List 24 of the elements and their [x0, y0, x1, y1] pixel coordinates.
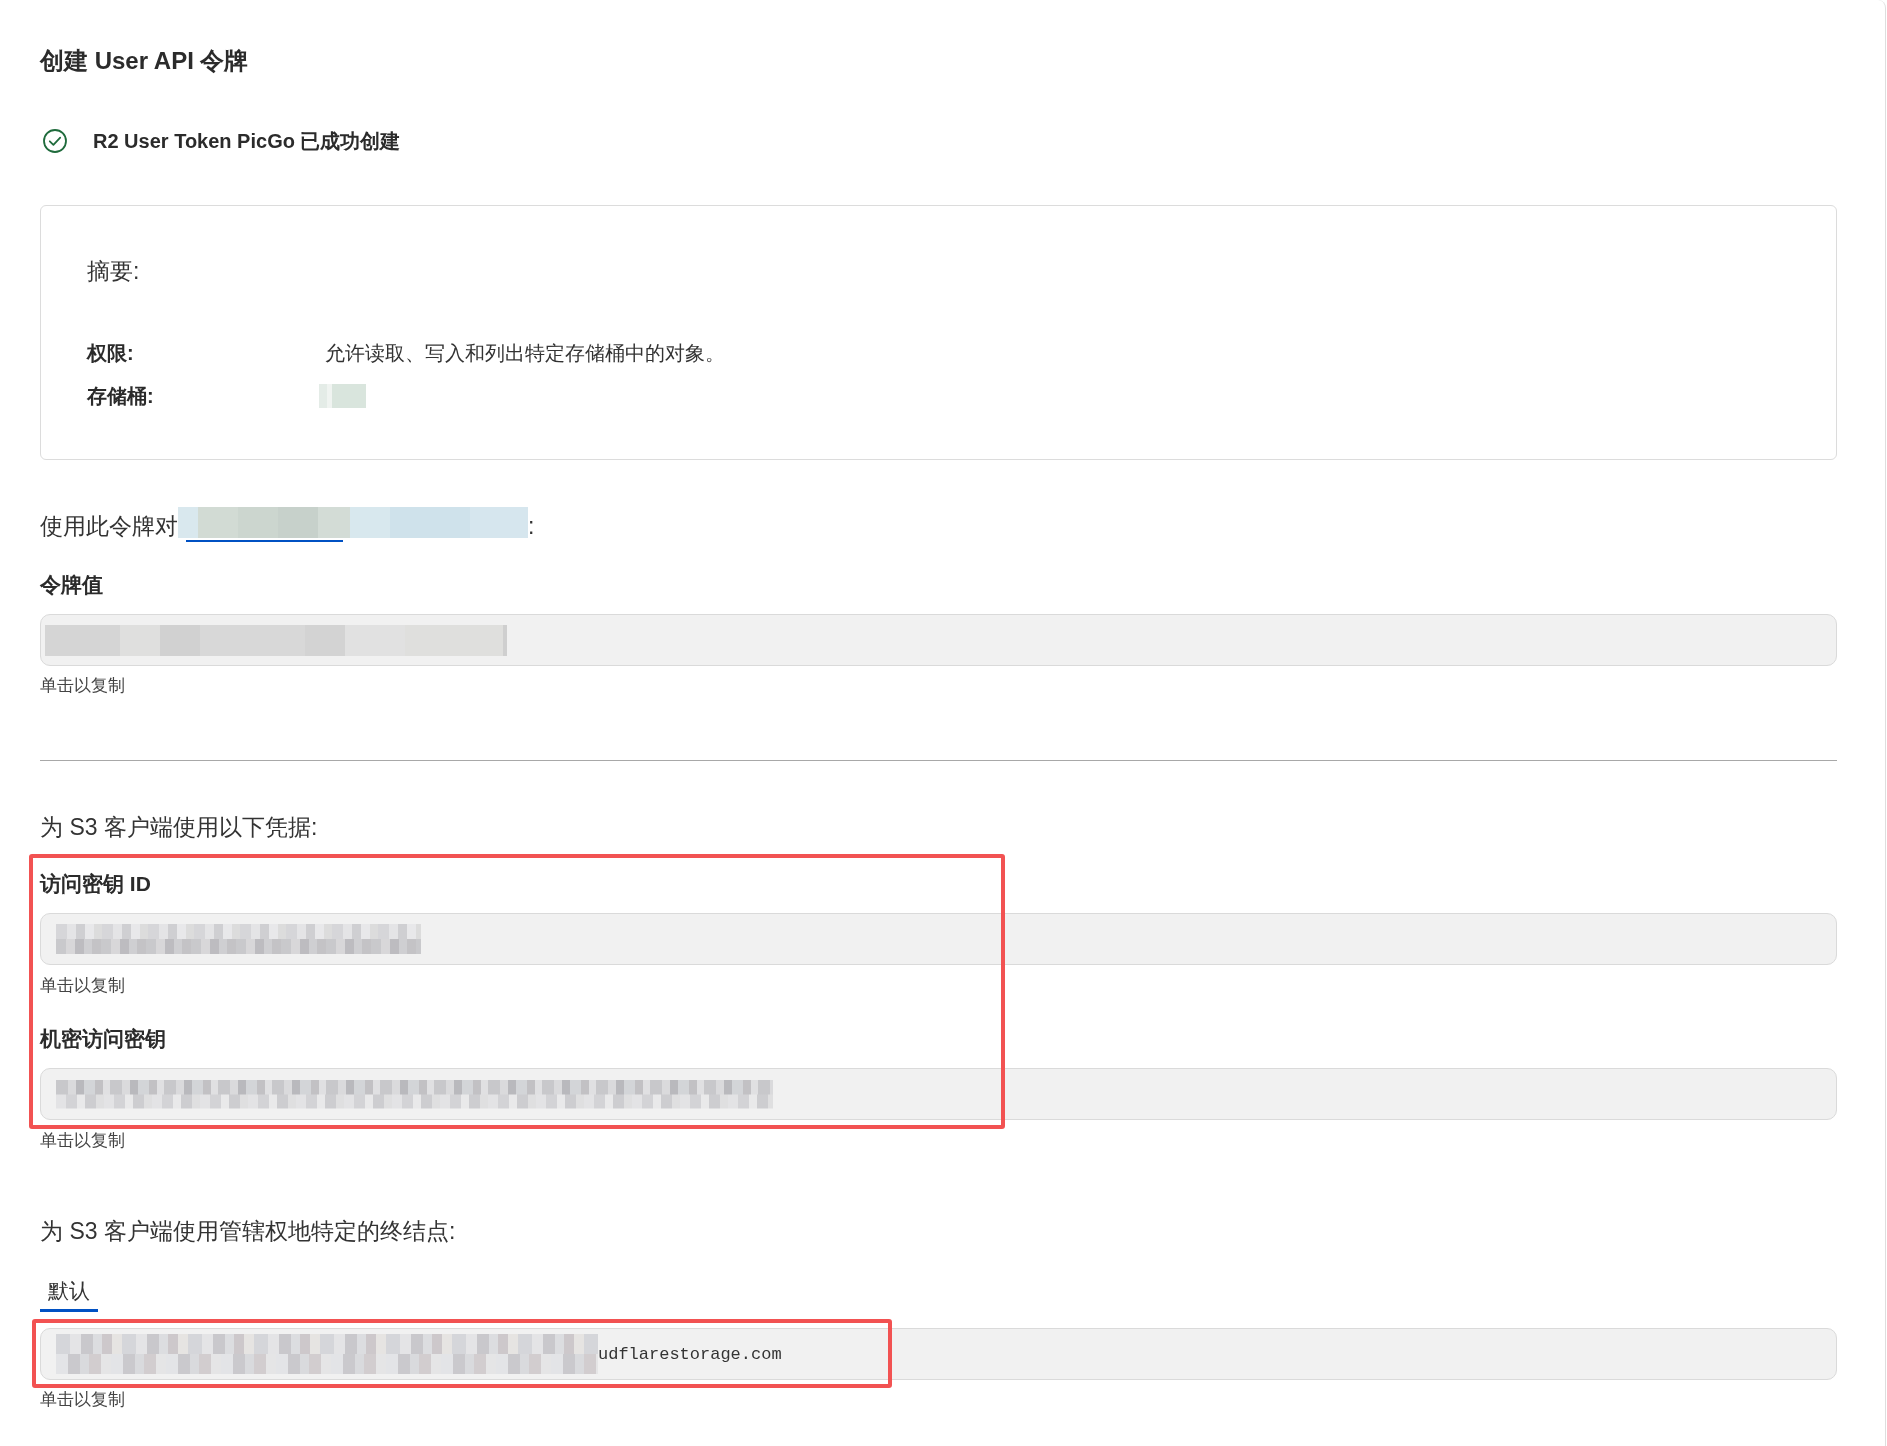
section-heading: 为 S3 客户端使用管辖权地特定的终结点: — [40, 1217, 456, 1246]
page-title: 创建 User API 令牌 — [40, 46, 249, 76]
summary-label: 存储桶: — [87, 384, 155, 409]
redacted-link[interactable] — [178, 507, 528, 543]
copy-hint: 单击以复制 — [40, 975, 125, 997]
tab[interactable]: 默认 — [40, 1277, 98, 1312]
copy-hint: 单击以复制 — [40, 1130, 125, 1152]
endpoint-field[interactable]: udflarestorage.com — [40, 1328, 1837, 1380]
summary-heading: 摘要: — [87, 257, 140, 286]
copy-hint: 单击以复制 — [40, 1389, 125, 1411]
usage-suffix: : — [528, 512, 535, 541]
success-message: R2 User Token PicGo 已成功创建 — [93, 129, 401, 154]
field-label: 令牌值 — [40, 572, 103, 598]
token-field[interactable] — [40, 614, 1837, 666]
section-heading: 为 S3 客户端使用以下凭据: — [40, 813, 318, 842]
secret-key-field[interactable] — [40, 1068, 1837, 1120]
field-label: 访问密钥 ID — [40, 871, 151, 897]
access-key-field[interactable] — [40, 913, 1837, 965]
summary-value: 允许读取、写入和列出特定存储桶中的对象。 — [325, 341, 725, 366]
check-circle-icon — [43, 129, 67, 153]
usage-text: 使用此令牌对 — [40, 512, 178, 541]
field-label: 机密访问密钥 — [40, 1026, 166, 1052]
copy-hint: 单击以复制 — [40, 675, 125, 697]
summary-label: 权限: — [87, 341, 135, 366]
